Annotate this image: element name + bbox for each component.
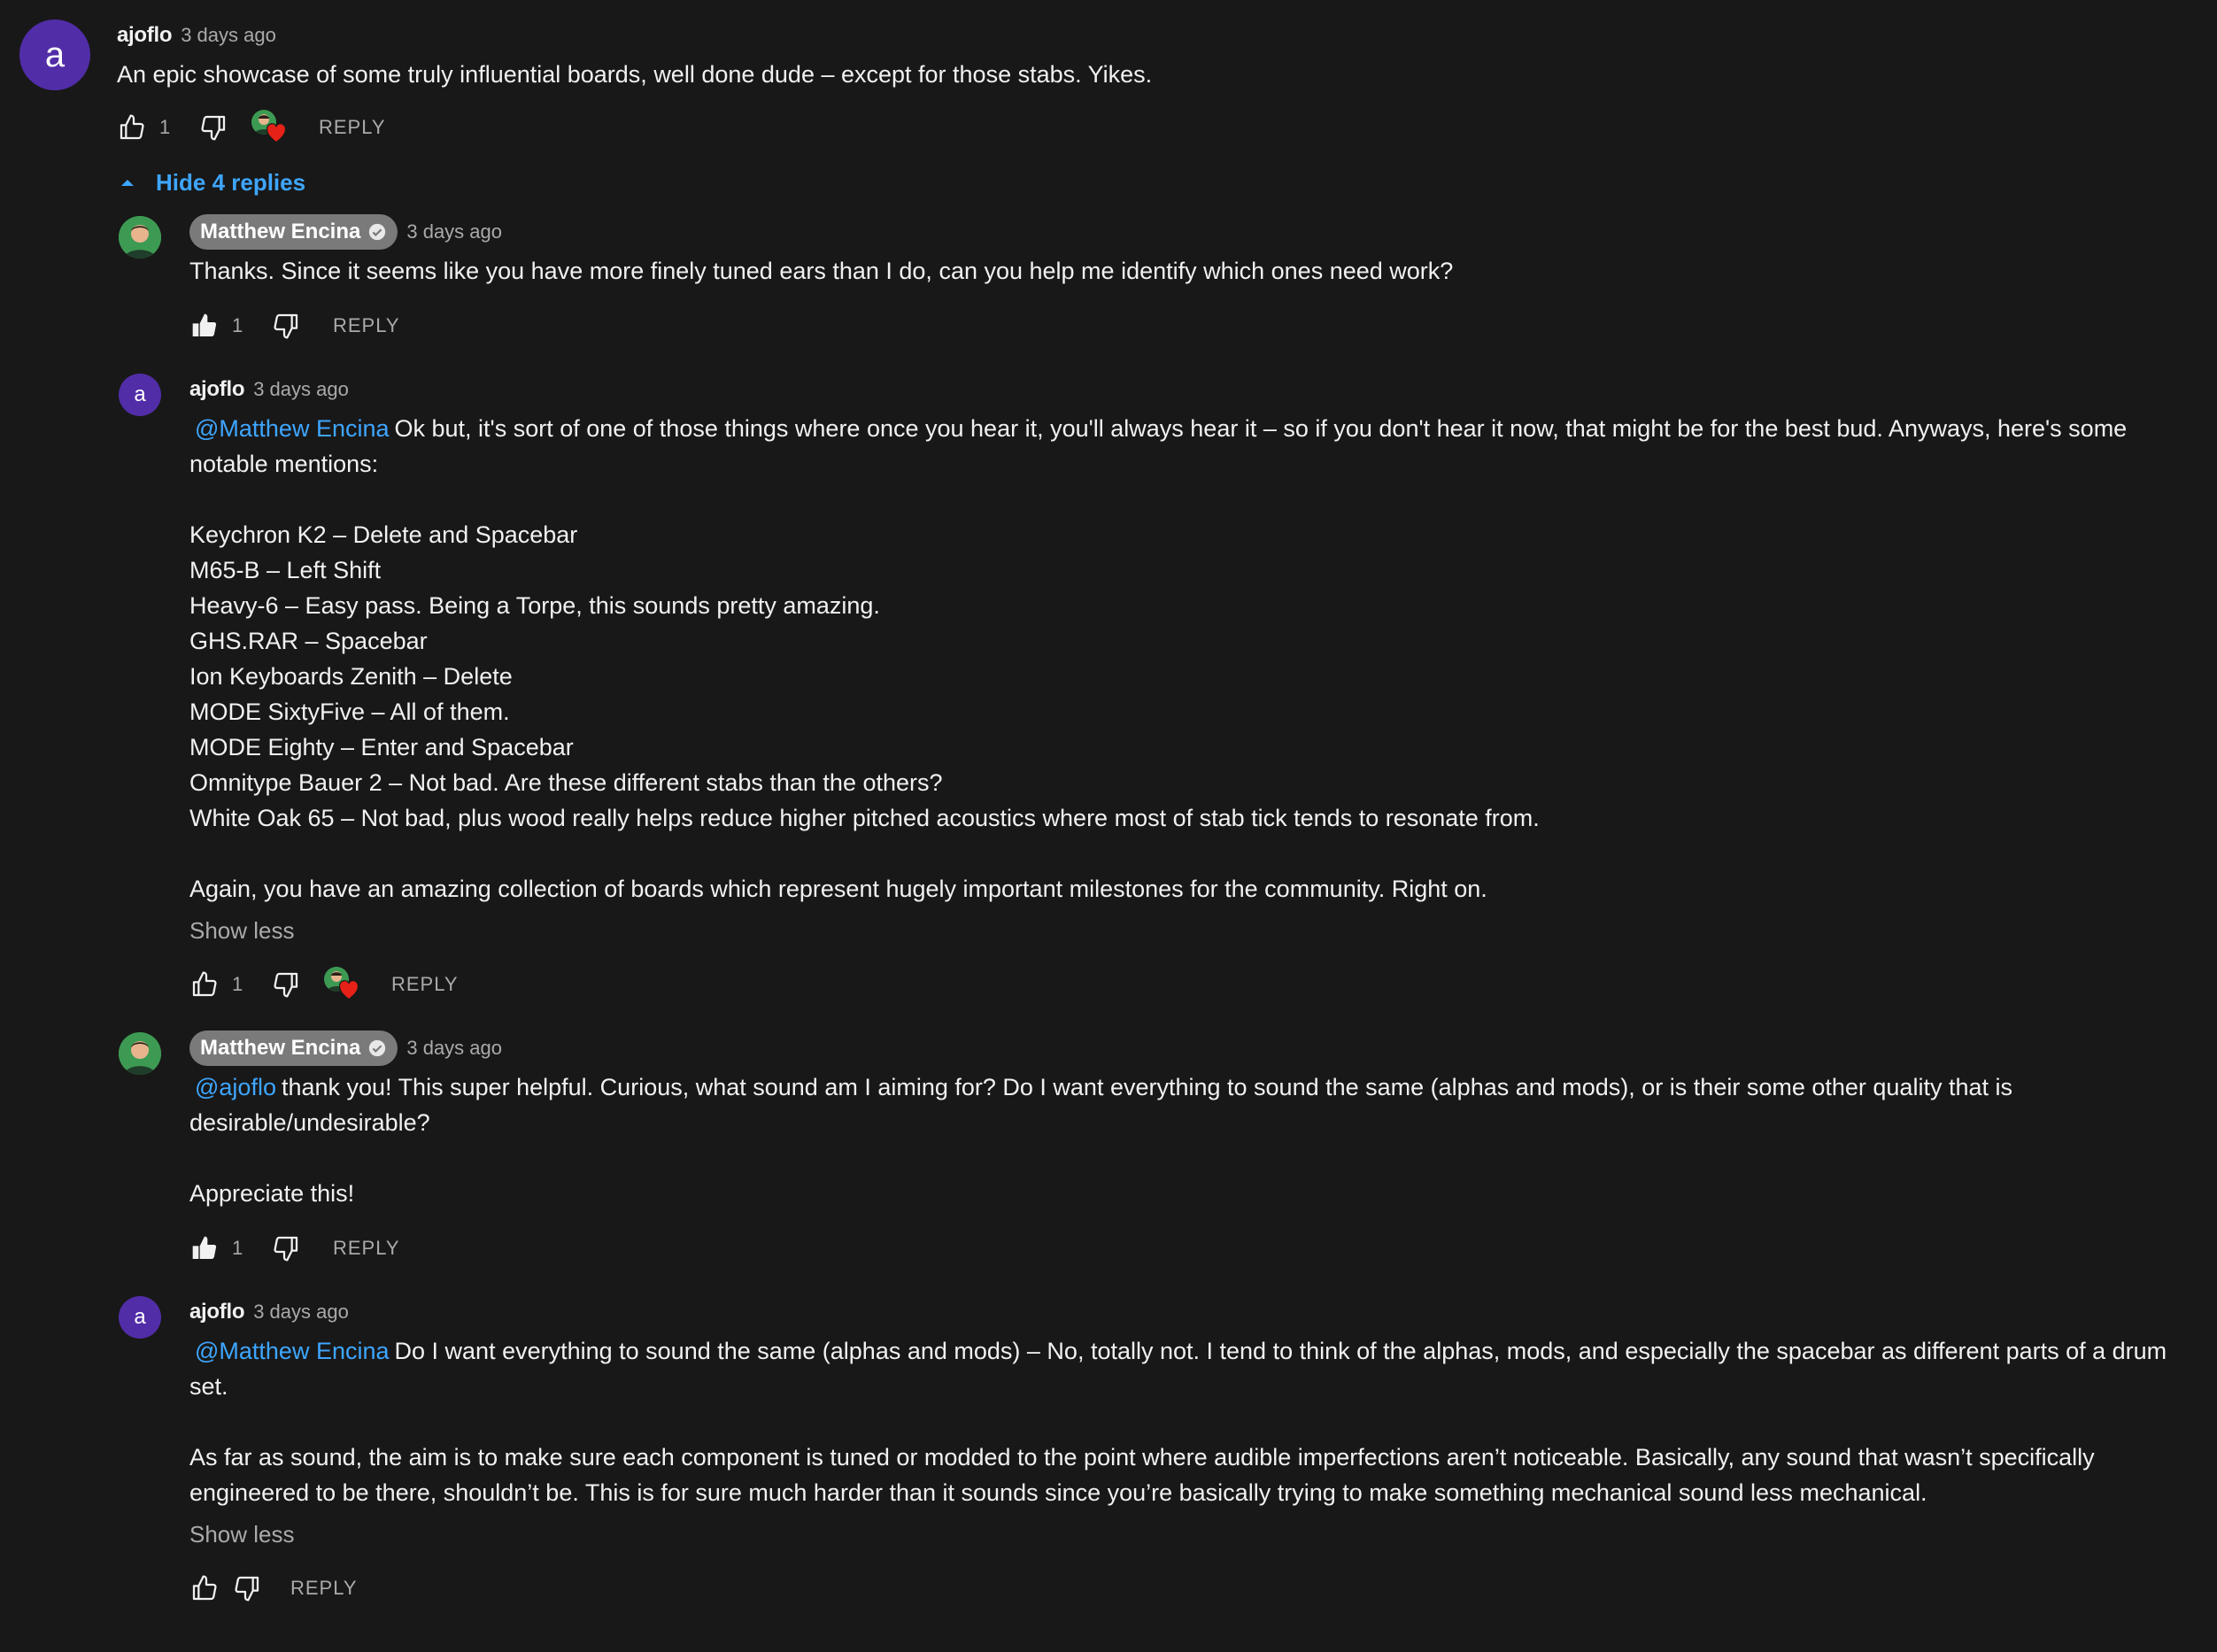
comment-header: Matthew Encina 3 days ago [189, 1031, 2198, 1066]
chevron-up-icon [121, 180, 134, 186]
comment-text: @ajoflo thank you! This super helpful. Cu… [189, 1069, 2198, 1211]
reply-comment: a ajoflo 3 days ago @Matthew Encina Do I … [119, 1296, 2198, 1606]
thumbs-down-icon[interactable] [232, 1573, 262, 1603]
reply-button[interactable]: REPLY [290, 1577, 358, 1600]
comments-page: a ajoflo 3 days ago An epic showcase of … [0, 0, 2217, 1652]
reply-comment: Matthew Encina 3 days ago Thanks. Since … [119, 214, 2198, 344]
creator-author-chip[interactable]: Matthew Encina [189, 214, 398, 250]
hide-replies-label: Hide 4 replies [156, 168, 306, 196]
thumbs-down-icon[interactable] [271, 1233, 301, 1263]
avatar[interactable]: a [119, 1296, 161, 1339]
author-name: Matthew Encina [200, 220, 361, 243]
comment-text-content: Ok but, it's sort of one of those things… [189, 415, 2128, 902]
reply-button[interactable]: REPLY [333, 314, 400, 337]
timestamp[interactable]: 3 days ago [406, 1037, 502, 1060]
thumbs-up-filled-icon[interactable] [189, 311, 220, 341]
thumbs-down-icon[interactable] [198, 112, 228, 143]
avatar[interactable] [119, 216, 161, 259]
comment-body: ajoflo 3 days ago An epic showcase of so… [117, 19, 2198, 145]
comment-toolbar: 1 REPLY [189, 1231, 2198, 1266]
author-name: Matthew Encina [200, 1036, 361, 1060]
thumbs-up-icon[interactable] [189, 969, 220, 1000]
avatar[interactable] [119, 1032, 161, 1075]
reply-comment: a ajoflo 3 days ago @Matthew Encina Ok bu… [119, 374, 2198, 1002]
comment-header: ajoflo 3 days ago [117, 19, 2198, 51]
thumbs-down-icon[interactable] [271, 969, 301, 1000]
comment-header: Matthew Encina 3 days ago [189, 214, 2198, 250]
mention-link[interactable]: @Matthew Encina [195, 1338, 390, 1364]
timestamp[interactable]: 3 days ago [253, 1301, 349, 1324]
comment-text: @Matthew Encina Do I want everything to s… [189, 1333, 2198, 1510]
comment-text: @Matthew Encina Ok but, it's sort of one … [189, 411, 2198, 907]
show-less-button[interactable]: Show less [189, 914, 2198, 947]
show-less-button[interactable]: Show less [189, 1517, 2198, 1551]
avatar[interactable]: a [19, 19, 90, 90]
heart-icon [266, 123, 287, 143]
comment-toolbar: REPLY [189, 1571, 2198, 1606]
timestamp[interactable]: 3 days ago [181, 24, 276, 47]
mention-link[interactable]: @Matthew Encina [195, 415, 390, 442]
comment-toolbar: 1 REPLY [117, 110, 2198, 145]
comment-toolbar: 1 REPLY [189, 967, 2198, 1002]
like-count: 1 [159, 116, 171, 138]
avatar[interactable]: a [119, 374, 161, 416]
verified-check-icon [369, 1039, 386, 1057]
author-name[interactable]: ajoflo [117, 23, 173, 48]
comment-text-content: thank you! This super helpful. Curious, … [189, 1074, 2012, 1207]
thumbs-up-icon[interactable] [117, 112, 147, 143]
replies-list: Matthew Encina 3 days ago Thanks. Since … [119, 214, 2198, 1606]
creator-heart [251, 110, 287, 145]
like-count: 1 [232, 973, 243, 995]
author-name[interactable]: ajoflo [189, 377, 245, 402]
reply-button[interactable]: REPLY [319, 116, 386, 139]
comment-body: Matthew Encina 3 days ago @ajoflo thank y… [189, 1031, 2198, 1266]
comment-thread: a ajoflo 3 days ago An epic showcase of … [19, 19, 2198, 1636]
comment-text: An epic showcase of some truly influenti… [117, 61, 1153, 88]
comment-text: Thanks. Since it seems like you have mor… [189, 258, 1454, 284]
hide-replies-button[interactable]: Hide 4 replies [117, 165, 2198, 200]
comment-header: ajoflo 3 days ago [189, 374, 2198, 405]
comment-body: ajoflo 3 days ago @Matthew Encina Ok but,… [189, 374, 2198, 1002]
creator-author-chip[interactable]: Matthew Encina [189, 1031, 398, 1066]
thumbs-up-filled-icon[interactable] [189, 1233, 220, 1263]
top-comment: a ajoflo 3 days ago An epic showcase of … [19, 19, 2198, 145]
comment-text-content: Do I want everything to sound the same (… [189, 1338, 2167, 1506]
heart-icon [338, 980, 359, 1000]
comment-header: ajoflo 3 days ago [189, 1296, 2198, 1328]
mention-link[interactable]: @ajoflo [195, 1074, 276, 1100]
comment-body: Matthew Encina 3 days ago Thanks. Since … [189, 214, 2198, 344]
reply-button[interactable]: REPLY [391, 973, 459, 996]
thumbs-up-icon[interactable] [189, 1573, 220, 1603]
comment-body: ajoflo 3 days ago @Matthew Encina Do I wa… [189, 1296, 2198, 1606]
author-name[interactable]: ajoflo [189, 1300, 245, 1324]
reply-comment: Matthew Encina 3 days ago @ajoflo thank y… [119, 1031, 2198, 1266]
like-count: 1 [232, 314, 243, 336]
comment-toolbar: 1 REPLY [189, 308, 2198, 344]
reply-button[interactable]: REPLY [333, 1237, 400, 1260]
like-count: 1 [232, 1237, 243, 1259]
creator-heart [324, 967, 359, 1002]
thumbs-down-icon[interactable] [271, 311, 301, 341]
verified-check-icon [369, 223, 386, 241]
timestamp[interactable]: 3 days ago [253, 378, 349, 401]
timestamp[interactable]: 3 days ago [406, 220, 502, 243]
